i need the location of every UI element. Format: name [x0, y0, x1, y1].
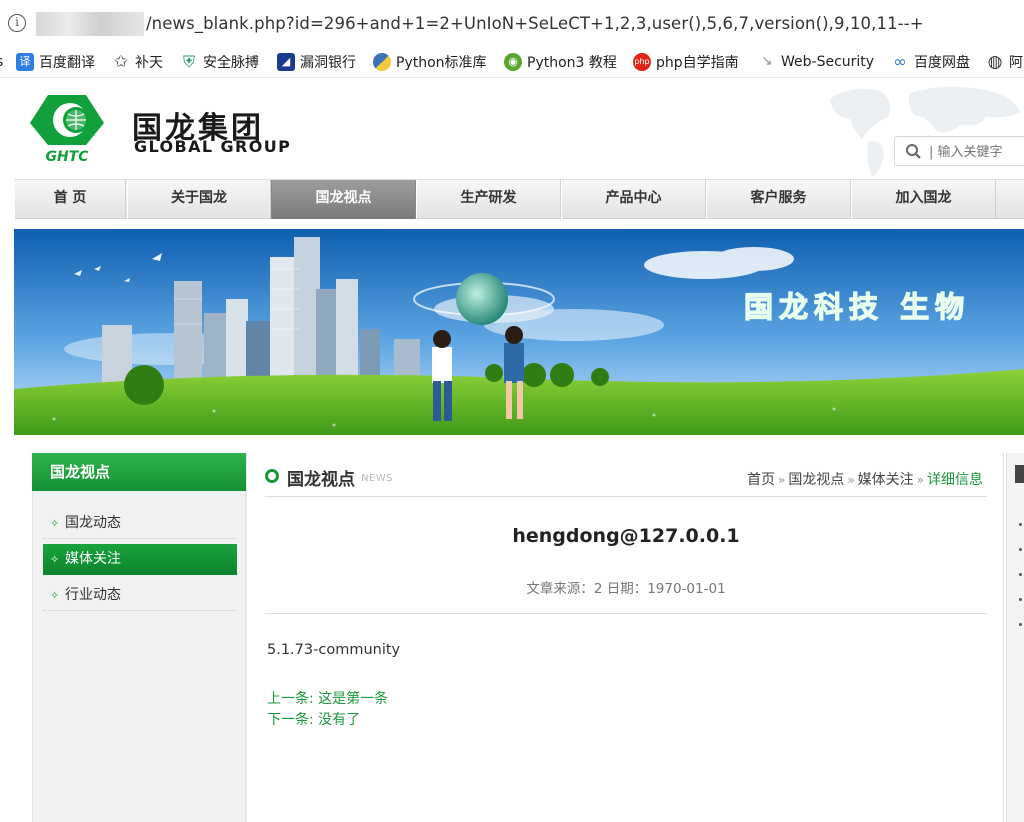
nav-viewpoint[interactable]: 国龙视点 — [271, 180, 416, 219]
bookmark-7[interactable]: ↘ Web-Security — [758, 52, 875, 72]
bookmark-5[interactable]: ◉ Python3 教程 — [504, 52, 617, 72]
bookmark-fragment[interactable]: s — [0, 52, 3, 72]
right-column-partial — [1006, 453, 1024, 822]
breadcrumb: 首页» 国龙视点» 媒体关注» 详细信息 — [747, 469, 983, 489]
bookmark-label: 百度网盘 — [914, 55, 970, 71]
redacted-host — [36, 12, 144, 36]
bookmark-6[interactable]: php php自学指南 — [633, 52, 739, 72]
breadcrumb-current: 详细信息 — [927, 472, 983, 488]
divider — [265, 613, 987, 614]
breadcrumb-media[interactable]: 媒体关注 — [858, 472, 914, 488]
bullet-icon — [265, 469, 279, 483]
bank-icon: ◢ — [277, 53, 295, 71]
main-nav: 首 页 关于国龙 国龙视点 生产研发 产品中心 客户服务 加入国龙 — [14, 179, 1024, 219]
article-body: 5.1.73-community — [267, 642, 401, 658]
shield-icon: ⛨ — [182, 52, 195, 71]
search-input[interactable] — [929, 142, 1024, 162]
address-bar[interactable]: i /news_blank.php?id=296+and+1=2+UnIoN+S… — [0, 0, 1024, 46]
article-panel: 国龙视点 NEWS 首页» 国龙视点» 媒体关注» 详细信息 hengdong@127… — [246, 453, 1004, 822]
prev-article-link[interactable]: 上一条: 这是第一条 — [267, 688, 388, 708]
url-text[interactable]: /news_blank.php?id=296+and+1=2+UnIoN+SeL… — [146, 14, 924, 33]
sparkle-icon: ✧ — [50, 553, 60, 566]
sparkle-icon: ✧ — [50, 517, 60, 530]
bookmark-label: 安全脉搏 — [203, 55, 259, 71]
list-bullet — [1019, 573, 1022, 576]
ghtc-logo: GHTC — [30, 95, 104, 163]
nav-about[interactable]: 关于国龙 — [127, 180, 271, 219]
bookmarks-bar: s 译百度翻译 ✩ 补天 ⛨ 安全脉搏 ◢ 漏洞银行 ● Python标准库 ◉ Pyth… — [0, 46, 1024, 78]
company-name-en: GLOBAL GROUP — [134, 137, 292, 156]
section-title: 国龙视点 — [287, 470, 355, 490]
article-title: hengdong@127.0.0.1 — [512, 525, 740, 547]
python-icon: ● — [373, 53, 391, 71]
banner-slogan: 国龙科技 生物 — [744, 290, 970, 324]
list-bullet — [1019, 523, 1022, 526]
bookmark-1[interactable]: ✩ 补天 — [112, 52, 163, 72]
site-header: GHTC 国龙集团 GLOBAL GROUP — [0, 79, 1024, 179]
sidebar-item-media[interactable]: ✧ 媒体关注 — [43, 544, 237, 575]
bookmark-4[interactable]: ● Python标准库 — [373, 52, 487, 72]
bookmark-label: Python3 教程 — [527, 55, 617, 71]
bookmark-label: 阿 — [1009, 55, 1023, 71]
butian-icon: ✩ — [113, 52, 129, 72]
search-icon[interactable] — [905, 143, 921, 159]
bookmark-label: 补天 — [135, 55, 163, 71]
content-area: 国龙视点 ✧ 国龙动态 ✧ 媒体关注 ✧ 行业动态 国龙视点 NEWS 首页» 国… — [0, 435, 1024, 822]
bookmark-label: php自学指南 — [656, 55, 739, 71]
bookmark-label: 百度翻译 — [39, 55, 95, 71]
bookmark-0[interactable]: 译百度翻译 — [16, 52, 95, 72]
sidebar-item-industry[interactable]: ✧ 行业动态 — [43, 580, 237, 611]
next-article-link[interactable]: 下一条: 没有了 — [267, 709, 360, 729]
list-bullet — [1019, 623, 1022, 626]
nav-service[interactable]: 客户服务 — [706, 180, 851, 219]
baidu-translate-icon: 译 — [16, 53, 34, 71]
list-bullet — [1019, 548, 1022, 551]
nav-products[interactable]: 产品中心 — [561, 180, 706, 219]
nav-research[interactable]: 生产研发 — [416, 180, 561, 219]
bookmark-label: 漏洞银行 — [300, 55, 356, 71]
php-icon: php — [633, 53, 651, 71]
globe-icon: ◍ — [987, 52, 1003, 72]
sidebar-item-label: 国龙动态 — [65, 515, 121, 531]
sidebar-title: 国龙视点 — [32, 453, 247, 491]
section-header: 国龙视点 NEWS 首页» 国龙视点» 媒体关注» 详细信息 — [265, 453, 987, 497]
bookmark-8[interactable]: ∞ 百度网盘 — [891, 52, 970, 72]
article-meta: 文章来源：2 日期：1970-01-01 — [526, 581, 726, 597]
right-column-title-fragment — [1015, 465, 1024, 483]
bookmark-2[interactable]: ⛨ 安全脉搏 — [180, 52, 259, 72]
website: GHTC 国龙集团 GLOBAL GROUP 首 页 关于国龙 国龙视点 生产研… — [0, 79, 1024, 822]
svg-text:GHTC: GHTC — [45, 149, 89, 163]
hero-banner: 国龙科技 生物 — [14, 229, 1024, 435]
bookmark-3[interactable]: ◢ 漏洞银行 — [277, 52, 356, 72]
baidu-pan-icon: ∞ — [893, 52, 907, 71]
chevron-right-icon: » — [847, 473, 855, 487]
search-box — [894, 136, 1024, 166]
site-info-icon[interactable]: i — [8, 14, 26, 32]
bookmark-9[interactable]: ◍ 阿 — [986, 52, 1023, 72]
bookmark-label: Python标准库 — [396, 55, 487, 71]
sidebar-item-guolong-news[interactable]: ✧ 国龙动态 — [43, 508, 237, 539]
web-security-icon: ↘ — [761, 54, 773, 69]
sidebar-item-label: 行业动态 — [65, 587, 121, 603]
breadcrumb-viewpoint[interactable]: 国龙视点 — [788, 472, 844, 488]
runoob-icon: ◉ — [504, 53, 522, 71]
bookmark-label: Web-Security — [781, 54, 875, 70]
sidebar: 国龙视点 ✧ 国龙动态 ✧ 媒体关注 ✧ 行业动态 — [32, 453, 247, 822]
chevron-right-icon: » — [777, 473, 786, 487]
list-bullet — [1019, 598, 1022, 601]
nav-home[interactable]: 首 页 — [14, 180, 126, 219]
section-subtitle: NEWS — [361, 473, 394, 484]
sparkle-icon: ✧ — [50, 589, 60, 602]
sidebar-item-label: 媒体关注 — [65, 551, 121, 567]
nav-join[interactable]: 加入国龙 — [851, 180, 996, 219]
chevron-right-icon: » — [916, 473, 924, 487]
breadcrumb-home[interactable]: 首页 — [747, 472, 775, 488]
